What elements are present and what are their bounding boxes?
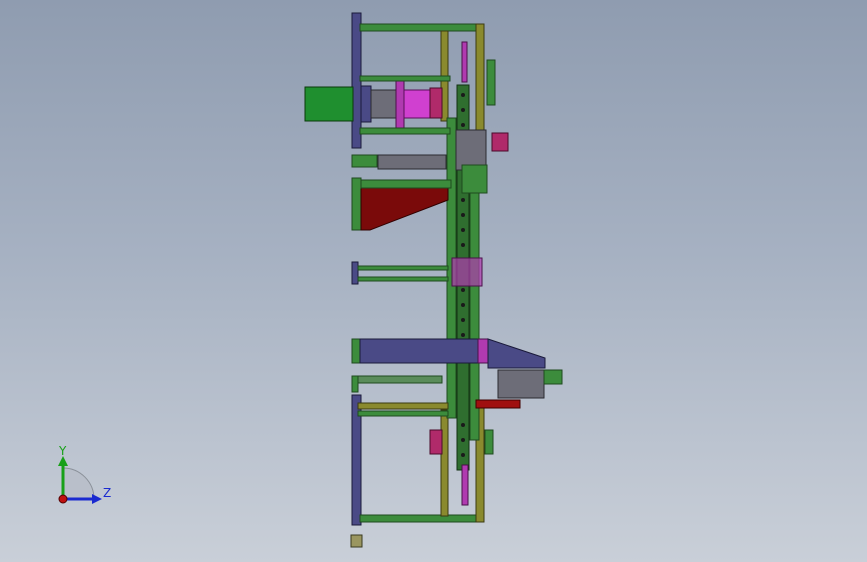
inner-bracket-bottom — [440, 409, 449, 517]
gear-housing — [455, 129, 487, 171]
lower-arm-plate — [351, 375, 359, 393]
bottom-rail — [359, 514, 485, 523]
motor-support-upper — [359, 75, 451, 82]
cylinder-end-cap — [543, 369, 563, 385]
gearbox — [370, 89, 398, 119]
z-axis-arrow — [92, 494, 102, 504]
orientation-triad: Y Z — [58, 444, 111, 504]
right-bracket-top — [475, 23, 485, 135]
mid-plate — [351, 261, 359, 285]
cad-viewport[interactable]: Y Z — [0, 0, 867, 562]
lower-plate — [351, 338, 361, 364]
floor-block — [350, 534, 363, 548]
lower-arm — [351, 375, 443, 384]
guide-rod-upper — [357, 265, 449, 271]
lower-frame-bar — [357, 402, 449, 410]
sprocket-box — [461, 164, 488, 194]
top-guide-rod — [461, 41, 468, 83]
triad-quadrant — [62, 467, 95, 500]
drive-motor — [304, 86, 354, 122]
red-pusher — [475, 399, 521, 409]
tension-arm — [486, 59, 496, 106]
machine-assembly — [304, 12, 563, 548]
bottom-coupling — [429, 429, 443, 455]
hopper-plate — [351, 177, 362, 231]
y-axis-label: Y — [58, 444, 67, 458]
lower-blue-block — [359, 338, 479, 364]
lower-trapezoid — [487, 338, 546, 369]
hopper-wedge — [360, 187, 449, 231]
bottom-tensioner — [484, 429, 494, 455]
hopper-top-rail — [360, 179, 452, 189]
z-axis-label: Z — [103, 486, 111, 500]
lower-frame-bar-2 — [357, 410, 449, 417]
small-actuator — [491, 132, 509, 152]
coupling-body — [403, 89, 431, 119]
bottom-rod — [461, 464, 469, 506]
pneumatic-cylinder-bottom — [497, 369, 545, 399]
coupling-plate — [395, 77, 405, 129]
guide-rod-lower — [357, 276, 449, 282]
motor-flange — [360, 85, 372, 123]
lower-magenta-strip — [477, 338, 489, 364]
triad-origin — [58, 494, 68, 504]
cylinder-bracket-top — [351, 154, 378, 168]
motor-support-lower — [359, 127, 451, 135]
mid-clamp — [451, 257, 483, 287]
coupling-ring — [429, 87, 443, 119]
top-rail — [359, 23, 485, 32]
pneumatic-cylinder-top — [377, 154, 447, 170]
